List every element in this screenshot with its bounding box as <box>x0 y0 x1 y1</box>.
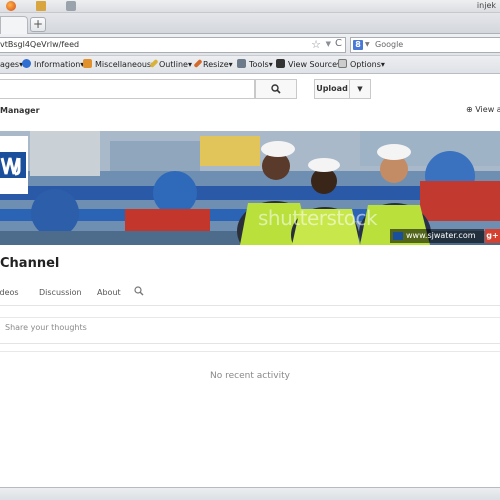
toolbar-item-miscellaneous[interactable]: Miscellaneous▾ <box>83 58 155 72</box>
folder-icon[interactable] <box>36 1 46 11</box>
youtube-page: Upload ▼ Manager ⊕ View a shutterstock w… <box>0 75 500 487</box>
search-engine-box[interactable]: 8 ▼ Google <box>350 37 500 53</box>
toolbar-label: View Source▾ <box>288 60 342 69</box>
website-link[interactable]: www.sjwater.com <box>390 229 484 243</box>
watermark: shutterstock <box>258 206 378 230</box>
video-manager-link[interactable]: Manager <box>0 106 40 115</box>
navigation-bar: vtBsgl4QeVrlw/feed ☆ ▼ C 8 ▼ Google <box>0 34 500 56</box>
share-placeholder: Share your thoughts <box>5 323 87 332</box>
share-thoughts-input[interactable]: Share your thoughts <box>0 317 500 342</box>
toolbar-item-view-source[interactable]: View Source▾ <box>276 58 341 72</box>
tab-discussion[interactable]: Discussion <box>39 288 82 297</box>
channel-banner: shutterstock www.sjwater.com g+ <box>0 131 500 245</box>
globe-icon: ⊕ <box>466 105 473 114</box>
url-bar[interactable]: vtBsgl4QeVrlw/feed ☆ ▼ C <box>0 37 346 53</box>
view-as-label: View a <box>475 105 500 114</box>
user-label: injek <box>476 1 496 10</box>
toolbar-label: ages▾ <box>0 60 24 69</box>
new-tab-button[interactable]: + <box>30 17 46 32</box>
site-logo-icon <box>393 232 403 240</box>
banner-photo <box>0 131 500 245</box>
url-text: vtBsgl4QeVrlw/feed <box>0 40 80 49</box>
youtube-search-input[interactable] <box>0 79 255 99</box>
url-history-dropdown-icon[interactable]: ▼ <box>326 40 331 48</box>
divider <box>0 351 500 352</box>
google-icon[interactable]: 8 <box>353 40 363 50</box>
divider <box>0 343 500 344</box>
browser-title-bar: injek <box>0 0 500 13</box>
info-icon <box>22 59 31 68</box>
toolbar-label: Options▾ <box>350 60 385 69</box>
resize-icon <box>193 58 203 69</box>
search-icon <box>271 84 281 94</box>
browser-status-bar <box>0 487 500 500</box>
toolbar-label: Outline▾ <box>159 60 192 69</box>
toolbar-label: Information▾ <box>34 60 85 69</box>
toolbar-item-images[interactable]: ages▾ <box>0 58 23 72</box>
toolbar-item-tools[interactable]: Tools▾ <box>237 58 273 72</box>
upload-button[interactable]: Upload <box>314 79 350 99</box>
tools-icon <box>237 59 246 68</box>
channel-logo <box>0 136 28 194</box>
toolbar-item-information[interactable]: Information▾ <box>22 58 84 72</box>
tab-about[interactable]: About <box>97 288 121 297</box>
channel-search-icon[interactable] <box>134 286 144 298</box>
upload-dropdown-button[interactable]: ▼ <box>349 79 371 99</box>
tab-videos[interactable]: Videos <box>0 288 19 297</box>
toolbar-label: Tools▾ <box>249 60 273 69</box>
website-label: www.sjwater.com <box>406 231 476 240</box>
toolbar-item-outline[interactable]: Outline▾ <box>149 58 192 72</box>
view-source-icon <box>276 59 285 68</box>
empty-state-message: No recent activity <box>210 371 290 381</box>
tab-group-icon[interactable] <box>66 1 76 11</box>
view-as-link[interactable]: ⊕ View a <box>466 105 500 114</box>
search-engine-placeholder: Google <box>375 40 404 49</box>
youtube-search-button[interactable] <box>255 79 297 99</box>
toolbar-item-options[interactable]: Options▾ <box>338 58 385 72</box>
options-icon <box>338 59 347 68</box>
google-plus-link[interactable]: g+ <box>485 229 500 243</box>
toolbar-label: Resize▾ <box>203 60 233 69</box>
tab-strip: + <box>0 13 500 34</box>
bookmark-star-icon[interactable]: ☆ <box>311 38 321 51</box>
web-developer-toolbar: ages▾ Information▾ Miscellaneous▾ Outlin… <box>0 56 500 74</box>
search-engine-dropdown-icon[interactable]: ▼ <box>365 41 370 48</box>
firefox-icon[interactable] <box>6 1 16 11</box>
toolbar-label: Miscellaneous▾ <box>95 60 156 69</box>
divider <box>0 305 500 306</box>
reload-icon[interactable]: C <box>335 38 342 49</box>
active-tab[interactable] <box>0 16 28 34</box>
toolbar-item-resize[interactable]: Resize▾ <box>193 58 233 72</box>
misc-icon <box>83 59 92 68</box>
channel-title: Channel <box>0 256 60 271</box>
